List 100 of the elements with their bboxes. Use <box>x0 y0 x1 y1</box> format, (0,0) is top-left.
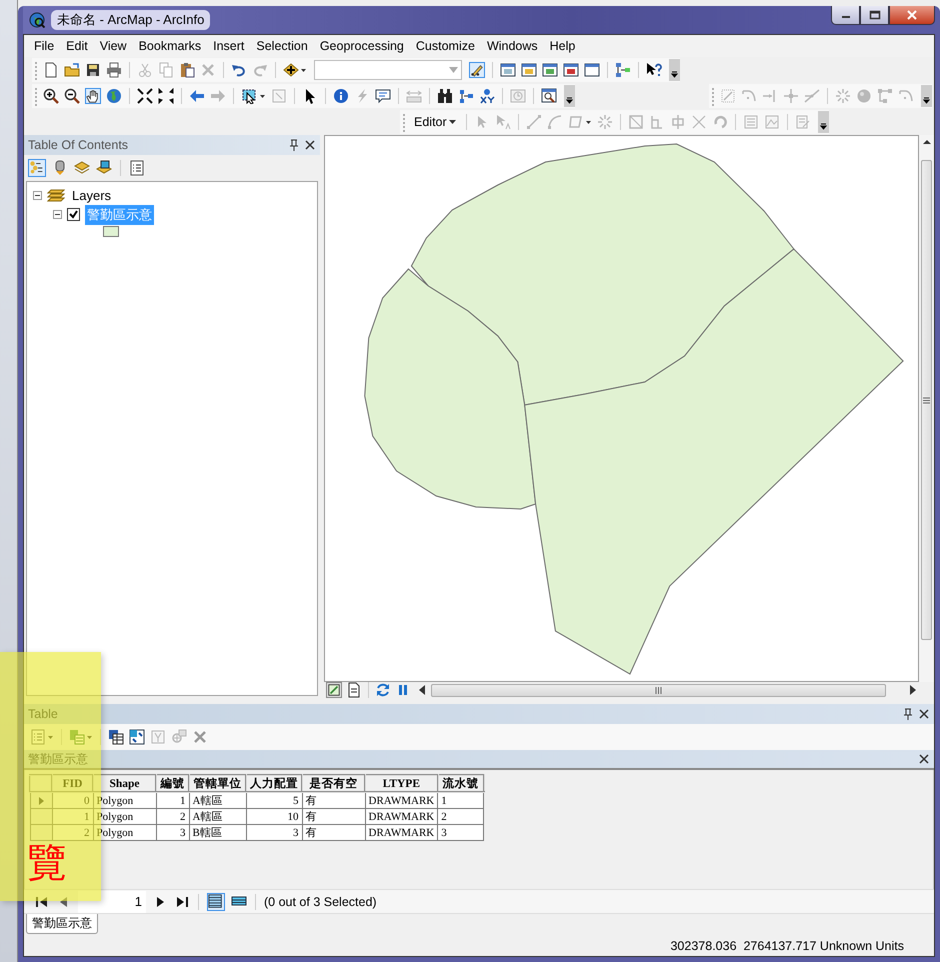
model-builder-icon[interactable] <box>615 62 631 78</box>
toolbar-overflow-icon[interactable] <box>818 111 829 133</box>
open-folder-icon[interactable] <box>64 62 80 78</box>
column-header[interactable]: Shape <box>93 775 156 792</box>
column-header[interactable]: 流水號 <box>438 775 484 792</box>
layout-view-icon[interactable] <box>346 682 362 698</box>
scrollbar-thumb[interactable] <box>431 684 886 696</box>
cross-node-icon[interactable] <box>783 88 799 104</box>
select-features-icon[interactable] <box>241 88 266 104</box>
toolbar-grip-handle[interactable] <box>34 86 38 106</box>
toc-options-icon[interactable] <box>129 160 145 176</box>
new-document-icon[interactable] <box>43 62 59 78</box>
editor-menu[interactable]: Editor <box>411 114 459 130</box>
fixed-zoom-in-icon[interactable] <box>137 88 153 104</box>
back-arrow-icon[interactable] <box>189 88 205 104</box>
table-cell: 1 <box>52 808 93 824</box>
info-icon[interactable] <box>333 88 349 104</box>
app-globe-icon[interactable] <box>29 12 45 28</box>
column-header[interactable]: LTYPE <box>365 775 438 792</box>
close-icon[interactable] <box>918 753 930 765</box>
select-by-attributes-icon[interactable] <box>108 729 124 745</box>
command-window-icon[interactable] <box>584 62 600 78</box>
table-cell: 1 <box>156 792 189 808</box>
scrollbar-thumb[interactable] <box>921 160 932 640</box>
close-icon[interactable] <box>918 708 930 720</box>
maximize-button[interactable] <box>860 6 889 25</box>
table-cell: DRAWMARK <box>365 824 438 840</box>
menu-item[interactable]: Customize <box>410 37 481 55</box>
pan-hand-icon[interactable] <box>85 88 101 104</box>
add-data-icon[interactable] <box>283 62 307 78</box>
toolbar-overflow-icon[interactable] <box>669 59 680 81</box>
table-cell: DRAWMARK <box>365 792 438 808</box>
paste-icon[interactable] <box>179 62 195 78</box>
table-cell: A轄區 <box>189 808 246 824</box>
list-by-visibility-icon[interactable] <box>74 160 90 176</box>
column-header[interactable]: 編號 <box>156 775 189 792</box>
table-cell: 5 <box>246 792 302 808</box>
delete-selected-icon[interactable] <box>192 729 208 745</box>
close-button[interactable] <box>889 6 935 25</box>
collapse-icon[interactable] <box>33 191 42 200</box>
undo-icon[interactable] <box>231 62 247 78</box>
table-window-icon[interactable] <box>500 62 516 78</box>
globe-icon[interactable] <box>106 88 122 104</box>
save-icon[interactable] <box>85 62 101 78</box>
panel-title: Table Of Contents <box>28 138 128 152</box>
pin-icon[interactable] <box>902 708 914 720</box>
column-header[interactable]: 人力配置 <box>246 775 302 792</box>
table-cell: 3 <box>246 824 302 840</box>
table-tab[interactable]: 警勤區示意 <box>26 914 98 934</box>
fixed-zoom-out-icon[interactable] <box>158 88 174 104</box>
menu-item[interactable]: View <box>94 37 133 55</box>
show-all-records-icon[interactable] <box>207 892 225 910</box>
menu-item[interactable]: Bookmarks <box>132 37 208 55</box>
slash-node-icon[interactable] <box>804 88 820 104</box>
magnifier-window-icon[interactable] <box>541 88 557 104</box>
minimize-button[interactable] <box>831 6 860 25</box>
binoculars-icon[interactable] <box>437 88 453 104</box>
catalog-window-icon[interactable] <box>521 62 537 78</box>
zoom-out-icon[interactable] <box>64 88 80 104</box>
popup-icon[interactable] <box>375 88 391 104</box>
table-cell: 有 <box>302 792 365 808</box>
node-corner-icon[interactable] <box>898 88 914 104</box>
menu-item[interactable]: Windows <box>480 37 544 55</box>
toolbox-window-icon[interactable] <box>563 62 579 78</box>
menu-item[interactable]: Selection <box>250 37 314 55</box>
list-by-selection-icon[interactable] <box>96 160 112 176</box>
editor-toolbar-icon[interactable] <box>469 62 485 78</box>
menu-item[interactable]: Edit <box>60 37 94 55</box>
pin-icon[interactable] <box>288 139 300 151</box>
scroll-up-icon[interactable] <box>922 138 932 146</box>
collapse-icon[interactable] <box>53 210 62 219</box>
search-window-icon[interactable] <box>542 62 558 78</box>
toolbar-overflow-icon[interactable] <box>564 85 575 107</box>
menu-item[interactable]: Help <box>544 37 582 55</box>
toolbar-overflow-icon[interactable] <box>921 85 932 107</box>
column-header[interactable]: 是否有空 <box>302 775 365 792</box>
print-icon[interactable] <box>106 62 122 78</box>
table-cell: Polygon <box>93 792 156 808</box>
menu-item[interactable]: Insert <box>207 37 250 55</box>
zoom-in-icon[interactable] <box>43 88 59 104</box>
route-icon[interactable] <box>458 88 474 104</box>
checkbox[interactable] <box>67 208 80 221</box>
record-field[interactable]: 1 <box>78 890 146 912</box>
node-tree-icon[interactable] <box>877 88 893 104</box>
menu-item[interactable]: File <box>28 37 60 55</box>
menu-item[interactable]: Geoprocessing <box>314 37 410 55</box>
tree-item[interactable]: Layers <box>70 187 114 204</box>
toolbar-grip-handle[interactable] <box>34 60 38 80</box>
data-view-icon[interactable] <box>326 682 342 698</box>
refresh-icon[interactable] <box>375 682 391 698</box>
switch-selection-icon[interactable] <box>129 729 145 745</box>
curve-node-icon[interactable] <box>741 88 757 104</box>
list-by-drawing-order-icon[interactable] <box>28 159 46 177</box>
close-icon[interactable] <box>304 139 316 151</box>
column-header[interactable]: 管轄單位 <box>189 775 246 792</box>
xy-locate-icon[interactable] <box>479 88 495 104</box>
time-slider-icon[interactable] <box>510 88 526 104</box>
toolbar-grip-handle[interactable] <box>402 112 406 132</box>
help-pointer-icon[interactable] <box>646 62 662 78</box>
toolbar-grip-handle[interactable] <box>711 86 715 106</box>
